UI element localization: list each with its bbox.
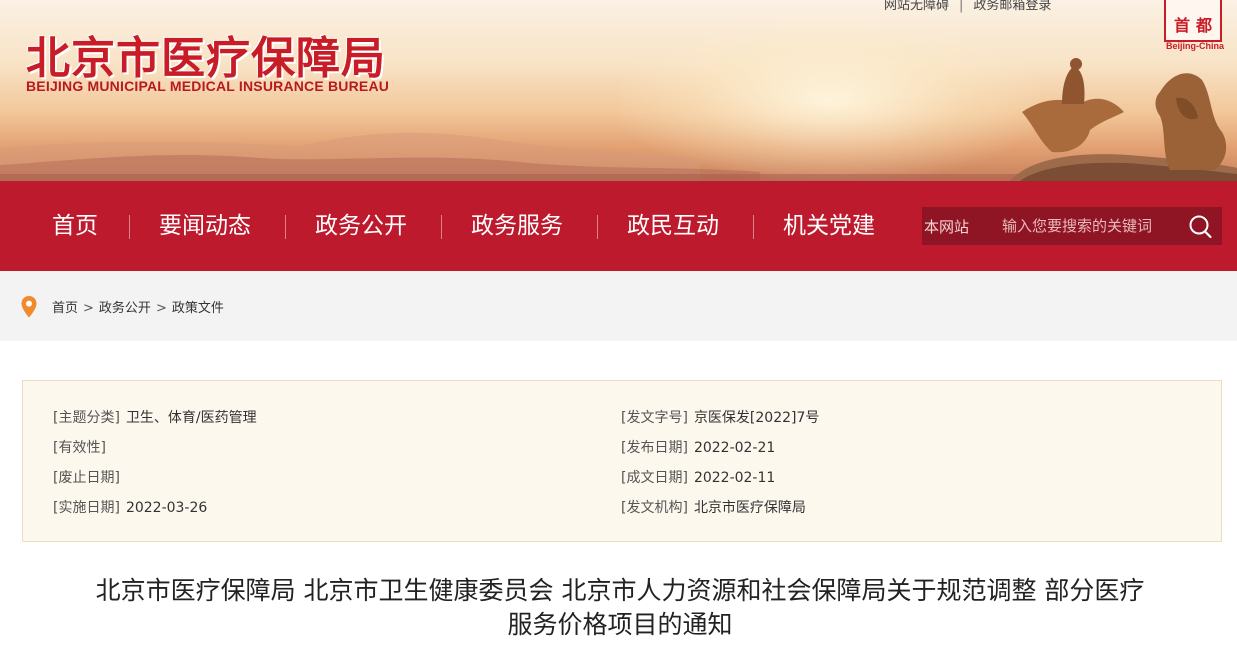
location-pin-icon bbox=[21, 296, 37, 318]
site-banner: 北京市医疗保障局 BEIJING MUNICIPAL MEDICAL INSUR… bbox=[0, 0, 1237, 181]
top-links: 网站无障碍 | 政务邮箱登录 bbox=[884, 0, 1051, 13]
breadcrumb-policy-docs[interactable]: 政策文件 bbox=[172, 301, 224, 316]
meta-written-date-value: 2022-02-11 bbox=[693, 470, 776, 486]
meta-publish-date-value: 2022-02-21 bbox=[693, 440, 776, 456]
meta-issuer-value: 北京市医疗保障局 bbox=[693, 500, 806, 516]
breadcrumb-bar: 首页 > 政务公开 > 政策文件 bbox=[0, 271, 1237, 341]
nav-item-interaction[interactable]: 政民互动 bbox=[627, 211, 719, 241]
meta-validity-label: [有效性] bbox=[53, 440, 106, 456]
top-links-separator: | bbox=[959, 0, 964, 13]
meta-effective-date-label: [实施日期] bbox=[53, 500, 120, 516]
meta-written-date-label: [成文日期] bbox=[621, 470, 688, 486]
site-logo-title[interactable]: 北京市医疗保障局 bbox=[26, 22, 386, 86]
nav-item-home[interactable]: 首页 bbox=[52, 211, 98, 241]
meta-topic-value: 卫生、体育/医药管理 bbox=[125, 410, 257, 426]
meta-topic: [主题分类] 卫生、体育/医药管理 bbox=[53, 407, 257, 427]
meta-doc-number-value: 京医保发[2022]7号 bbox=[693, 410, 820, 426]
article-title-line-2: 服务价格项目的通知 bbox=[507, 610, 733, 639]
meta-doc-number-label: [发文字号] bbox=[621, 410, 688, 426]
nav-item-gov-info[interactable]: 政务公开 bbox=[315, 211, 407, 241]
capital-window-seal[interactable]: 首 都 bbox=[1164, 0, 1222, 42]
search-scope[interactable]: 本网站 bbox=[924, 216, 969, 237]
meta-publish-date: [发布日期] 2022-02-21 bbox=[621, 437, 775, 457]
meta-repeal-date-label: [废止日期] bbox=[53, 470, 120, 486]
meta-written-date: [成文日期] 2022-02-11 bbox=[621, 467, 775, 487]
meta-effective-date-value: 2022-03-26 bbox=[125, 500, 208, 516]
article-title-line-1: 北京市医疗保障局 北京市卫生健康委员会 北京市人力资源和社会保障局关于规范调整 … bbox=[95, 576, 1145, 605]
breadcrumb-gov-info[interactable]: 政务公开 bbox=[99, 301, 151, 316]
meta-repeal-date: [废止日期] bbox=[53, 467, 126, 487]
main-nav: 首页 要闻动态 政务公开 政务服务 政民互动 机关党建 本网站 bbox=[0, 181, 1237, 271]
meta-topic-label: [主题分类] bbox=[53, 410, 120, 426]
nav-divider bbox=[129, 215, 130, 239]
meta-validity: [有效性] bbox=[53, 437, 112, 457]
meta-issuer: [发文机构] 北京市医疗保障局 bbox=[621, 497, 806, 517]
site-logo-subtitle: BEIJING MUNICIPAL MEDICAL INSURANCE BURE… bbox=[26, 78, 390, 94]
nav-divider bbox=[441, 215, 442, 239]
seal-caption: Beijing-China bbox=[1166, 41, 1224, 51]
breadcrumb: 首页 > 政务公开 > 政策文件 bbox=[52, 297, 224, 316]
meta-effective-date: [实施日期] 2022-03-26 bbox=[53, 497, 207, 517]
nav-divider bbox=[285, 215, 286, 239]
nav-item-party-building[interactable]: 机关党建 bbox=[783, 211, 875, 241]
nav-item-gov-services[interactable]: 政务服务 bbox=[471, 211, 563, 241]
meta-publish-date-label: [发布日期] bbox=[621, 440, 688, 456]
gov-mail-login-link[interactable]: 政务邮箱登录 bbox=[973, 0, 1051, 13]
breadcrumb-separator: > bbox=[155, 301, 167, 316]
breadcrumb-home[interactable]: 首页 bbox=[52, 301, 78, 316]
seal-char-2: 都 bbox=[1196, 16, 1213, 35]
breadcrumb-separator: > bbox=[83, 301, 94, 316]
nav-item-news[interactable]: 要闻动态 bbox=[159, 211, 251, 241]
nav-divider bbox=[597, 215, 598, 239]
meta-doc-number: [发文字号] 京医保发[2022]7号 bbox=[621, 407, 819, 427]
meta-issuer-label: [发文机构] bbox=[621, 500, 688, 516]
article-title: 北京市医疗保障局 北京市卫生健康委员会 北京市人力资源和社会保障局关于规范调整 … bbox=[30, 574, 1210, 642]
nav-divider bbox=[753, 215, 754, 239]
search-input[interactable] bbox=[1002, 211, 1177, 241]
accessibility-link[interactable]: 网站无障碍 bbox=[884, 0, 949, 13]
site-search: 本网站 bbox=[922, 207, 1222, 245]
search-icon bbox=[1189, 215, 1212, 239]
search-button[interactable] bbox=[1184, 211, 1218, 241]
document-metadata: [主题分类] 卫生、体育/医药管理 [有效性] [废止日期] [实施日期] 2022… bbox=[22, 380, 1222, 542]
seal-char-1: 首 bbox=[1174, 16, 1191, 35]
